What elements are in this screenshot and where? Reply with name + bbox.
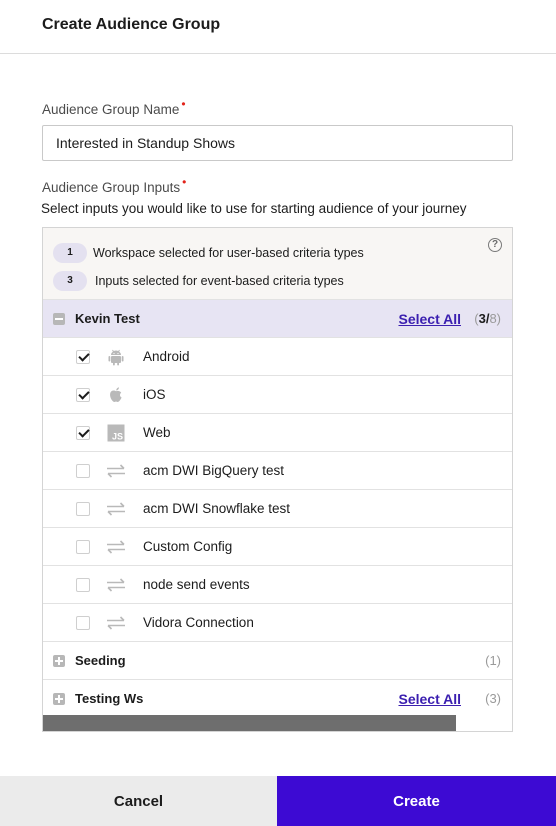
- group-row-seeding[interactable]: Seeding (1): [43, 642, 512, 680]
- input-checkbox[interactable]: [76, 426, 90, 440]
- input-label: iOS: [143, 387, 166, 402]
- group-count: (3): [485, 691, 501, 706]
- input-label: Android: [143, 349, 190, 364]
- sync-arrows-icon: [107, 540, 125, 554]
- input-label: acm DWI BigQuery test: [143, 463, 285, 478]
- javascript-icon: JS: [107, 424, 125, 442]
- inputs-count-badge: 3: [53, 271, 87, 291]
- inputs-panel: 1 Workspace selected for user-based crit…: [42, 227, 513, 732]
- input-checkbox[interactable]: [76, 388, 90, 402]
- workspace-count-badge: 1: [53, 243, 87, 263]
- modal-title: Create Audience Group: [42, 16, 221, 33]
- collapse-icon[interactable]: [53, 313, 65, 325]
- audience-group-inputs-label-text: Audience Group Inputs: [42, 180, 181, 195]
- cancel-button[interactable]: Cancel: [0, 776, 277, 826]
- audience-group-name-label: Audience Group Name •: [42, 97, 186, 117]
- input-label: acm DWI Snowflake test: [143, 501, 291, 516]
- inputs-helper-text: Select inputs you would like to use for …: [41, 201, 467, 216]
- input-row-acm-dwi-snowflake-test[interactable]: acm DWI Snowflake test: [43, 490, 512, 528]
- input-checkbox[interactable]: [76, 540, 90, 554]
- workspace-summary-text: Workspace selected for user-based criter…: [93, 246, 364, 260]
- input-row-vidora-connection[interactable]: Vidora Connection: [43, 604, 512, 642]
- group-row-kevin-test[interactable]: Kevin Test Select All (3/8): [43, 300, 512, 338]
- sync-arrows-icon: [107, 502, 125, 516]
- required-marker: •: [181, 97, 186, 111]
- group-name: Testing Ws: [75, 691, 144, 706]
- input-row-node-send-events[interactable]: node send events: [43, 566, 512, 604]
- sync-arrows-icon: [107, 578, 125, 592]
- selection-summary: 1 Workspace selected for user-based crit…: [43, 228, 512, 300]
- svg-text:JS: JS: [112, 432, 123, 442]
- help-icon[interactable]: ?: [488, 238, 502, 252]
- input-row-web[interactable]: JS Web: [43, 414, 512, 452]
- input-row-ios[interactable]: iOS: [43, 376, 512, 414]
- input-label: node send events: [143, 577, 250, 592]
- audience-group-inputs-label: Audience Group Inputs •: [42, 175, 186, 195]
- group-count: (1): [485, 653, 501, 668]
- group-row-testing-ws[interactable]: Testing Ws Select All (3): [43, 680, 512, 718]
- modal-header: Create Audience Group: [0, 0, 556, 54]
- input-row-acm-dwi-bigquery-test[interactable]: acm DWI BigQuery test: [43, 452, 512, 490]
- summary-row-inputs: 3 Inputs selected for event-based criter…: [53, 270, 344, 292]
- sync-arrows-icon: [107, 464, 125, 478]
- create-button[interactable]: Create: [277, 776, 556, 826]
- horizontal-scrollbar[interactable]: [43, 715, 512, 731]
- select-all-link[interactable]: Select All: [398, 691, 461, 707]
- group-count: (3/8): [474, 311, 501, 326]
- input-checkbox[interactable]: [76, 350, 90, 364]
- summary-row-workspaces: 1 Workspace selected for user-based crit…: [53, 242, 364, 264]
- select-all-link[interactable]: Select All: [398, 311, 461, 327]
- group-name: Seeding: [75, 653, 126, 668]
- audience-group-name-label-text: Audience Group Name: [42, 102, 180, 117]
- horizontal-scrollbar-thumb[interactable]: [43, 715, 456, 731]
- group-name: Kevin Test: [75, 311, 140, 326]
- input-label: Vidora Connection: [143, 615, 254, 630]
- input-label: Web: [143, 425, 171, 440]
- modal-footer: Cancel Create: [0, 776, 556, 826]
- required-marker: •: [182, 175, 187, 189]
- apple-icon: [110, 387, 122, 402]
- input-checkbox[interactable]: [76, 578, 90, 592]
- android-icon: [108, 349, 124, 366]
- input-row-android[interactable]: Android: [43, 338, 512, 376]
- audience-group-name-input[interactable]: [42, 125, 513, 161]
- input-checkbox[interactable]: [76, 502, 90, 516]
- input-checkbox[interactable]: [76, 616, 90, 630]
- input-label: Custom Config: [143, 539, 233, 554]
- input-row-custom-config[interactable]: Custom Config: [43, 528, 512, 566]
- input-checkbox[interactable]: [76, 464, 90, 478]
- sync-arrows-icon: [107, 616, 125, 630]
- inputs-summary-text: Inputs selected for event-based criteria…: [95, 274, 344, 288]
- expand-icon[interactable]: [53, 693, 65, 705]
- expand-icon[interactable]: [53, 655, 65, 667]
